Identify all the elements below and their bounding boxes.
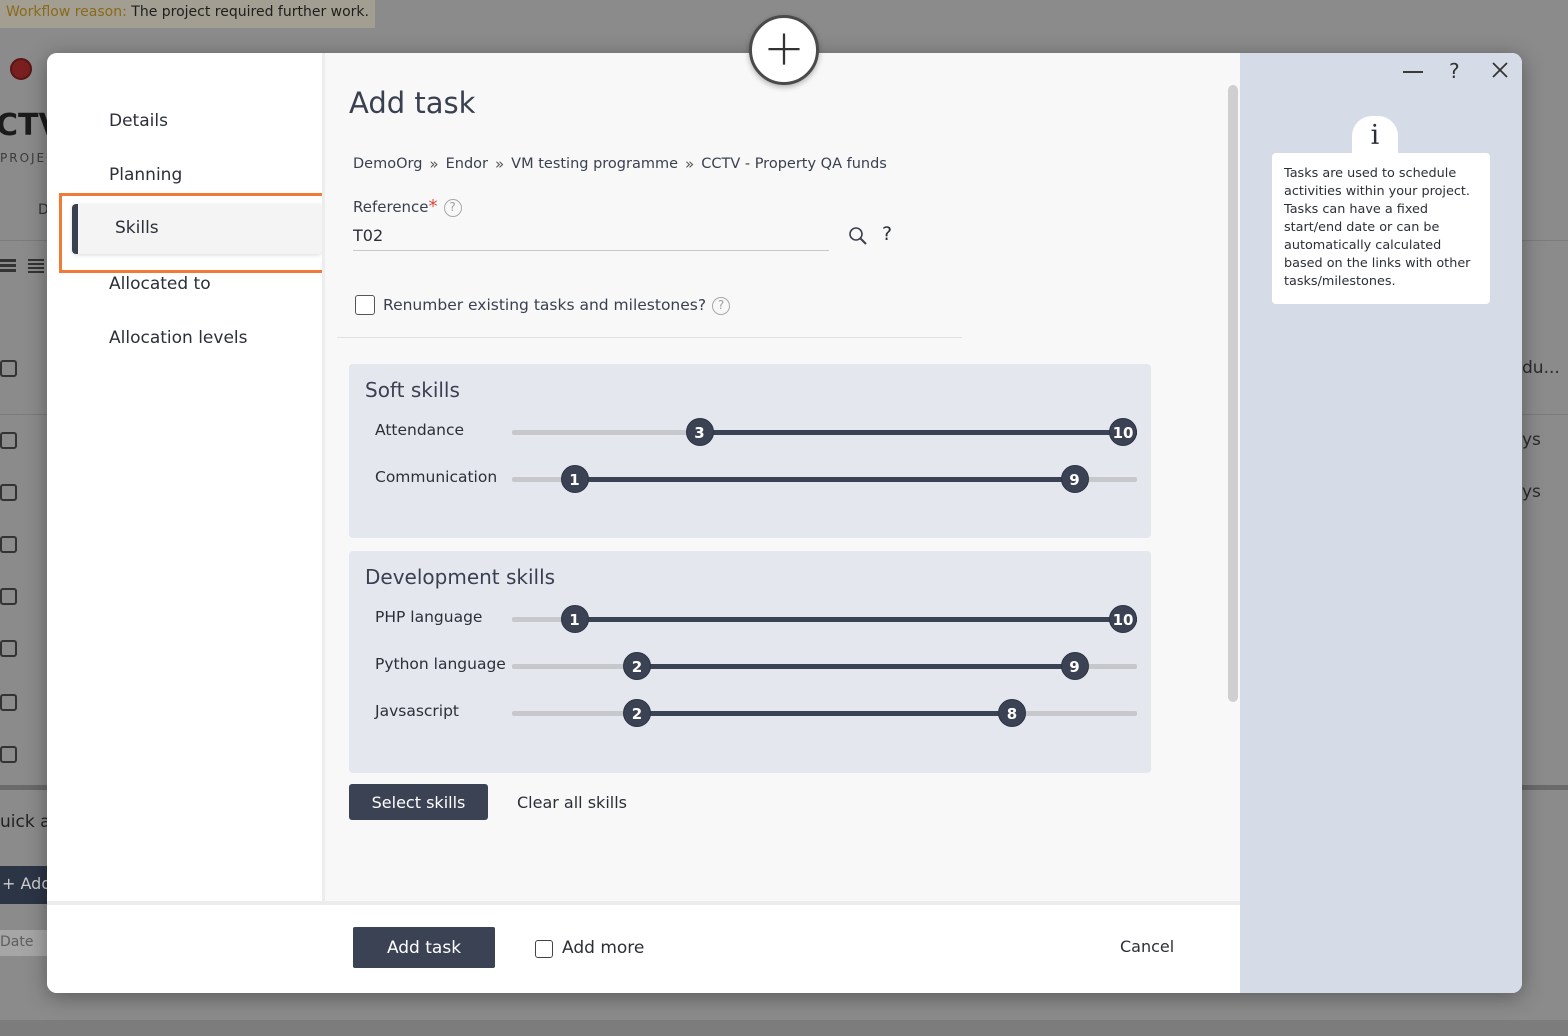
nav-item-allocated-to[interactable]: Allocated to — [109, 274, 211, 294]
skills-panel: Add task DemoOrg » Endor » VM testing pr… — [322, 53, 1240, 901]
section-divider — [337, 337, 962, 338]
workflow-banner: Workflow reason: The project required fu… — [0, 0, 375, 28]
skill-row: Communication 1 9 — [349, 463, 1151, 493]
skill-group-title: Soft skills — [365, 378, 460, 402]
row-checkbox — [0, 432, 17, 449]
skill-row: PHP language 1 10 — [349, 603, 1151, 633]
skill-group-soft: Soft skills Attendance 3 10 Communicatio… — [349, 364, 1151, 538]
add-more-label: Add more — [562, 938, 645, 958]
skill-row: Attendance 3 10 — [349, 416, 1151, 446]
org-logo-icon — [10, 58, 32, 80]
info-tab: i — [1352, 116, 1398, 156]
range-slider-max-handle[interactable]: 10 — [1109, 605, 1137, 633]
required-mark: * — [428, 196, 438, 217]
breadcrumb: DemoOrg » Endor » VM testing programme »… — [353, 155, 887, 173]
renumber-help-icon[interactable]: ? — [712, 296, 731, 315]
breadcrumb-item[interactable]: VM testing programme — [511, 156, 678, 172]
compact-view-icon — [28, 259, 44, 277]
dialog-nav: Details Planning Skills Allocated to All… — [47, 53, 322, 901]
skill-name: Communication — [375, 468, 498, 486]
nav-item-allocation-levels[interactable]: Allocation levels — [109, 328, 248, 348]
nav-item-details[interactable]: Details — [109, 111, 168, 131]
reference-input[interactable] — [353, 221, 829, 251]
dialog-footer: Add task Add more Cancel — [47, 901, 1240, 993]
workflow-label: Workflow reason: — [6, 4, 127, 20]
range-slider-max-handle[interactable]: 9 — [1060, 652, 1089, 680]
breadcrumb-separator-icon: » — [494, 155, 505, 173]
range-slider-fill — [637, 711, 1012, 716]
plus-icon[interactable] — [749, 15, 819, 85]
row-checkbox — [0, 536, 17, 553]
cancel-button[interactable]: Cancel — [1120, 937, 1174, 956]
breadcrumb-separator-icon: » — [685, 155, 695, 173]
renumber-label-group: Renumber existing tasks and milestones?? — [383, 296, 731, 315]
breadcrumb-item[interactable]: DemoOrg — [353, 156, 422, 172]
duration-cell: ys — [1522, 482, 1541, 502]
info-text: Tasks are used to schedule activities wi… — [1272, 153, 1490, 304]
range-slider-max-handle[interactable]: 10 — [1109, 418, 1137, 446]
range-slider-min-handle[interactable]: 2 — [623, 652, 651, 680]
breadcrumb-separator-icon: » — [429, 155, 439, 173]
range-slider-fill — [637, 664, 1075, 669]
reference-label: Reference — [353, 198, 429, 216]
scrollbar[interactable] — [1228, 85, 1238, 702]
info-panel: ? i Tasks are used to schedule activitie… — [1240, 53, 1522, 993]
select-skills-button[interactable]: Select skills — [349, 784, 488, 820]
row-checkbox — [0, 484, 17, 501]
range-slider-max-handle[interactable]: 9 — [1060, 465, 1089, 493]
range-slider-fill — [574, 617, 1137, 622]
renumber-label: Renumber existing tasks and milestones? — [383, 296, 707, 314]
nav-item-skills-label: Skills — [115, 218, 159, 238]
row-checkbox — [0, 746, 17, 763]
renumber-checkbox[interactable] — [355, 295, 375, 315]
skill-row: Python language 2 9 — [349, 650, 1151, 680]
list-view-icon — [0, 259, 16, 277]
add-more-checkbox[interactable] — [535, 940, 553, 958]
reference-help-icon[interactable]: ? — [443, 198, 462, 217]
skill-name: Attendance — [375, 421, 465, 439]
add-task-button[interactable]: Add task — [353, 927, 495, 968]
close-icon[interactable] — [1489, 59, 1511, 81]
nav-item-skills[interactable]: Skills — [72, 204, 322, 254]
workflow-value: The project required further work. — [131, 4, 369, 20]
skill-row: Javsascript 2 8 — [349, 697, 1151, 727]
nav-item-planning[interactable]: Planning — [109, 165, 182, 185]
range-slider-fill — [699, 430, 1137, 435]
range-slider-min-handle[interactable]: 2 — [623, 699, 651, 727]
reference-label-group: Reference*? — [353, 196, 462, 217]
skill-name: PHP language — [375, 608, 483, 626]
skill-name: Javsascript — [375, 702, 460, 720]
row-checkbox — [0, 694, 17, 711]
search-icon[interactable] — [847, 225, 869, 247]
breadcrumb-item[interactable]: Endor — [446, 156, 488, 172]
add-task-dialog: Details Planning Skills Allocated to All… — [47, 53, 1522, 993]
reference-help-button[interactable]: ? — [882, 223, 892, 245]
header-checkbox — [0, 360, 17, 377]
column-header-duration: du... — [1522, 358, 1560, 378]
range-slider-min-handle[interactable]: 1 — [560, 465, 589, 493]
info-icon: i — [1370, 120, 1380, 151]
range-slider-min-handle[interactable]: 1 — [560, 605, 589, 633]
row-checkbox — [0, 588, 17, 605]
bottom-band — [0, 1020, 1568, 1036]
clear-all-skills-button[interactable]: Clear all skills — [517, 793, 627, 812]
row-checkbox — [0, 640, 17, 657]
minimize-icon[interactable] — [1403, 71, 1423, 73]
skill-group-development: Development skills PHP language 1 10 Pyt… — [349, 551, 1151, 773]
range-slider-fill — [574, 477, 1075, 482]
skill-group-title: Development skills — [365, 565, 556, 589]
skill-name: Python language — [375, 655, 506, 673]
breadcrumb-item[interactable]: CCTV - Property QA funds — [701, 156, 887, 172]
help-icon[interactable]: ? — [1449, 59, 1460, 83]
range-slider-max-handle[interactable]: 8 — [998, 699, 1026, 727]
dialog-title: Add task — [349, 86, 476, 120]
duration-cell: ys — [1522, 430, 1541, 450]
range-slider-min-handle[interactable]: 3 — [685, 418, 714, 446]
